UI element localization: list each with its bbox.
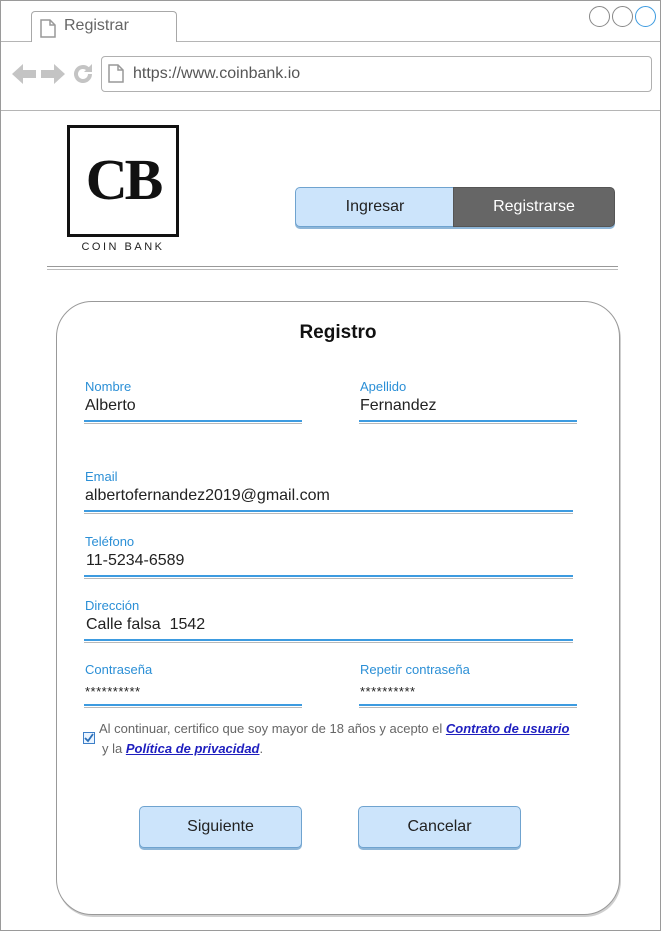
nombre-field[interactable]: Nombre Alberto <box>84 379 302 425</box>
browser-window: Registrar https://www.coinbank.io CB COI… <box>0 0 661 931</box>
browser-toolbar: https://www.coinbank.io <box>1 42 660 111</box>
privacy-policy-link[interactable]: Política de privacidad <box>126 741 260 756</box>
email-input[interactable]: albertofernandez2019@gmail.com <box>85 487 330 505</box>
reload-icon[interactable] <box>71 62 95 91</box>
terms-line-1: Al continuar, certifico que soy mayor de… <box>99 719 569 739</box>
telefono-input[interactable]: 11-5234-6589 <box>86 552 184 570</box>
email-label: Email <box>85 469 118 484</box>
email-field[interactable]: Email albertofernandez2019@gmail.com <box>84 469 573 515</box>
terms-text-end: . <box>259 741 264 756</box>
direccion-label: Dirección <box>85 598 140 613</box>
direccion-underline <box>84 639 573 643</box>
logo-monogram: CB <box>85 147 164 212</box>
auth-segmented-control: Ingresar Registrarse <box>295 187 615 229</box>
form-title: Registro <box>299 322 377 343</box>
password-repeat-label: Repetir contraseña <box>360 662 470 677</box>
logo-caption: COIN BANK <box>81 241 165 253</box>
telefono-field[interactable]: Teléfono 11-5234-6589 <box>84 534 573 580</box>
forward-arrow-icon[interactable] <box>40 63 66 90</box>
password-repeat-input[interactable]: ********** <box>360 684 416 699</box>
nombre-label: Nombre <box>85 379 132 394</box>
minimize-icon[interactable] <box>589 6 610 27</box>
terms-text-1: Al continuar, certifico que soy mayor de… <box>99 721 446 736</box>
close-icon[interactable] <box>635 6 656 27</box>
email-underline <box>84 510 573 514</box>
password-repeat-underline <box>359 704 577 708</box>
apellido-input[interactable]: Fernandez <box>360 397 437 415</box>
login-tab-button[interactable]: Ingresar <box>295 187 455 227</box>
header-divider <box>47 266 618 270</box>
checkmark-icon <box>84 733 94 743</box>
page-icon <box>108 64 124 88</box>
terms-checkbox[interactable] <box>83 732 95 744</box>
apellido-field[interactable]: Apellido Fernandez <box>359 379 577 425</box>
url-text: https://www.coinbank.io <box>133 65 301 82</box>
address-bar[interactable]: https://www.coinbank.io <box>101 56 652 92</box>
telefono-label: Teléfono <box>85 534 135 549</box>
coinbank-logo: CB <box>67 125 179 237</box>
nombre-input[interactable]: Alberto <box>85 397 136 415</box>
nombre-underline <box>84 420 302 424</box>
apellido-label: Apellido <box>360 379 407 394</box>
direccion-field[interactable]: Dirección Calle falsa 1542 <box>84 598 573 644</box>
cancel-button[interactable]: Cancelar <box>358 806 521 848</box>
telefono-underline <box>84 575 573 579</box>
tab-title: Registrar <box>64 17 129 34</box>
password-underline <box>84 704 302 708</box>
apellido-underline <box>359 420 577 424</box>
direccion-input[interactable]: Calle falsa 1542 <box>86 616 205 634</box>
page-icon <box>40 19 56 43</box>
password-field[interactable]: Contraseña ********** <box>84 662 302 708</box>
password-input[interactable]: ********** <box>85 684 141 699</box>
user-contract-link[interactable]: Contrato de usuario <box>446 721 570 736</box>
tab-bar: Registrar <box>1 1 660 43</box>
terms-line-2: y la Política de privacidad. <box>102 739 263 759</box>
password-repeat-field[interactable]: Repetir contraseña ********** <box>359 662 577 708</box>
password-label: Contraseña <box>85 662 153 677</box>
maximize-icon[interactable] <box>612 6 633 27</box>
browser-tab[interactable]: Registrar <box>31 11 177 43</box>
register-tab-button[interactable]: Registrarse <box>453 187 615 227</box>
back-arrow-icon[interactable] <box>11 63 37 90</box>
window-controls <box>589 6 656 27</box>
next-button[interactable]: Siguiente <box>139 806 302 848</box>
terms-text-2: y la <box>102 741 126 756</box>
